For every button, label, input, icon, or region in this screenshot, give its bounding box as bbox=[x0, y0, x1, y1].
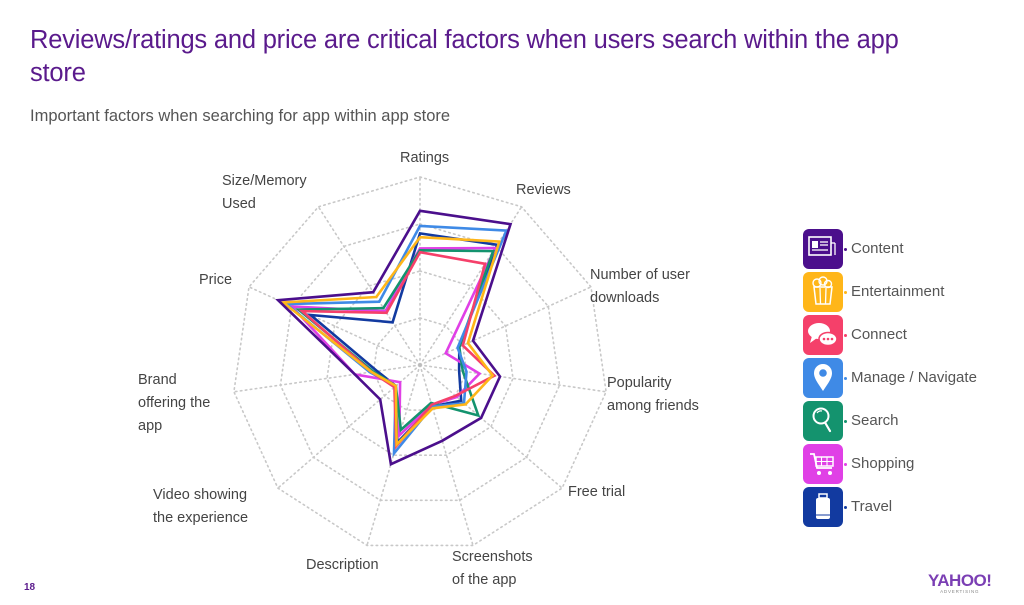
axis-label-size-memory-used: Size/Memory Used bbox=[222, 170, 307, 216]
legend-label: Entertainment bbox=[851, 283, 945, 300]
popcorn-icon bbox=[803, 271, 847, 312]
legend-item-manage-navigate: Manage / Navigate bbox=[803, 356, 977, 399]
axis-label-line: Size/Memory bbox=[222, 173, 307, 189]
axis-label-line: Reviews bbox=[516, 182, 571, 198]
axis-label-number-of-user-downloads: Number of user downloads bbox=[590, 264, 690, 310]
axis-label-line: of the app bbox=[452, 572, 517, 588]
axis-label-line: Ratings bbox=[400, 150, 450, 166]
axis-label-video-showing-the-experience: Video showing the experience bbox=[153, 484, 248, 530]
axis-label-line: the experience bbox=[153, 510, 249, 526]
axis-label-line: Video showing bbox=[153, 487, 248, 503]
chat-bubbles-icon bbox=[803, 314, 847, 355]
radar-series bbox=[275, 209, 513, 467]
axis-label-screenshots-of-the-app: Screenshots of the app bbox=[452, 546, 533, 592]
legend-item-connect: Connect bbox=[803, 313, 977, 356]
logo-text: YAHOO! bbox=[928, 571, 992, 590]
magnifier-icon bbox=[803, 400, 847, 441]
legend-item-entertainment: Entertainment bbox=[803, 270, 977, 313]
legend-item-travel: Travel bbox=[803, 485, 977, 528]
axis-label-line: downloads bbox=[590, 290, 660, 306]
axis-label-line: offering the bbox=[138, 395, 211, 411]
yahoo-advertising-logo: YAHOO! ADVERTISING bbox=[928, 571, 992, 595]
axis-label-line: Brand bbox=[138, 372, 177, 388]
axis-label-popularity-among-friends: Popularity among friends bbox=[607, 372, 699, 418]
suitcase-icon bbox=[803, 486, 847, 527]
axis-label-line: Used bbox=[222, 196, 256, 212]
axis-label-line: Description bbox=[306, 557, 379, 573]
legend-label: Connect bbox=[851, 326, 907, 343]
legend-item-shopping: Shopping bbox=[803, 442, 977, 485]
page-number: 18 bbox=[24, 582, 36, 593]
legend-label: Search bbox=[851, 412, 899, 429]
axis-label-line: Free trial bbox=[568, 484, 626, 500]
axis-spoke bbox=[419, 364, 607, 393]
legend-label: Travel bbox=[851, 498, 893, 515]
axis-label-line: Popularity bbox=[607, 375, 672, 391]
axis-label-line: app bbox=[138, 418, 163, 434]
axis-label-brand-offering-the-app: Brand offering the app bbox=[138, 369, 210, 438]
axis-label-line: Price bbox=[199, 272, 233, 288]
axis-label-line: Number of user bbox=[590, 267, 690, 283]
axis-spoke bbox=[233, 364, 421, 393]
axis-label-description: Description bbox=[306, 554, 379, 577]
axis-label-ratings: Ratings bbox=[400, 147, 449, 170]
newspaper-icon bbox=[803, 228, 847, 269]
axis-label-free-trial: Free trial bbox=[568, 481, 625, 504]
shopping-cart-icon bbox=[803, 443, 847, 484]
axis-label-line: Screenshots bbox=[452, 549, 533, 565]
legend-label: Manage / Navigate bbox=[851, 369, 977, 386]
legend-item-content: Content bbox=[803, 227, 977, 270]
axis-label-price: Price bbox=[199, 269, 232, 292]
legend-label: Shopping bbox=[851, 455, 915, 472]
legend: Content Entertainment Connect Manage / Navi… bbox=[803, 227, 977, 528]
radar-center bbox=[418, 363, 422, 367]
legend-label: Content bbox=[851, 240, 904, 257]
legend-item-search: Search bbox=[803, 399, 977, 442]
axis-label-line: among friends bbox=[607, 398, 699, 414]
map-pin-icon bbox=[803, 357, 847, 398]
axis-label-reviews: Reviews bbox=[516, 179, 571, 202]
